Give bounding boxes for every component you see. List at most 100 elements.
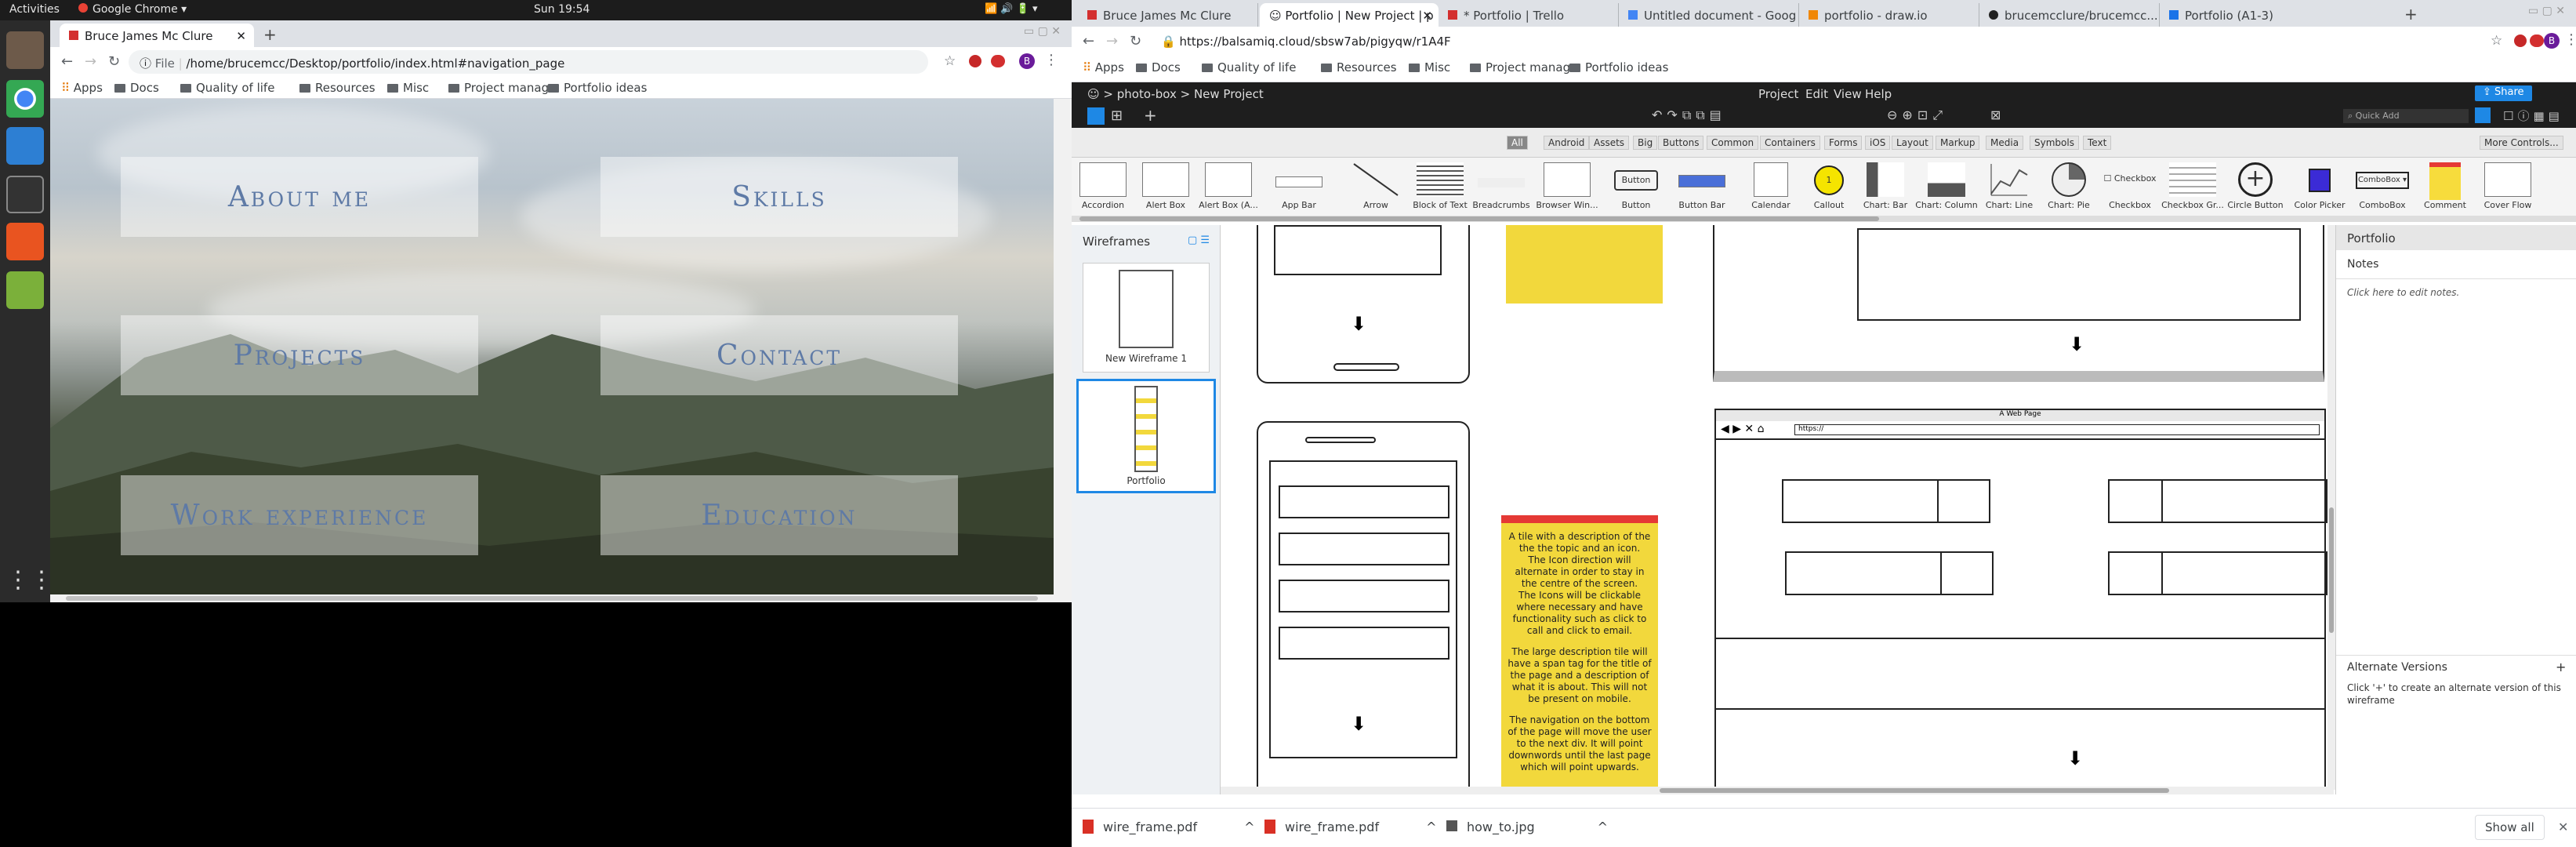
bookmark-misc[interactable]: Misc — [387, 81, 429, 95]
tab-google-doc[interactable]: Untitled document - Goog — [1620, 3, 1799, 27]
filter-forms[interactable]: Forms — [1824, 136, 1863, 150]
chrome-icon[interactable] — [6, 80, 44, 118]
nav-tile-education[interactable]: Education — [600, 475, 958, 555]
bookmark-portfolio-ideas[interactable]: Portfolio ideas — [548, 81, 647, 95]
tab-github[interactable]: brucemcclure/brucemcc... — [1981, 3, 2160, 27]
nav-tile-about-me[interactable]: About me — [121, 157, 478, 237]
filter-assets[interactable]: Assets — [1589, 136, 1630, 150]
library-item-browser-window[interactable]: Browser Win... — [1536, 162, 1598, 220]
library-item-calendar[interactable]: Calendar — [1740, 162, 1802, 220]
reload-icon[interactable]: ↻ — [108, 53, 120, 70]
bookmark-apps[interactable]: ⠿ Apps — [1083, 60, 1124, 75]
nav-tile-skills[interactable]: Skills — [600, 157, 958, 237]
inspector-toggle-icons[interactable]: ☐ⓘ▦▤ — [2503, 107, 2563, 124]
show-all-button[interactable]: Show all — [2475, 815, 2545, 840]
bookmark-docs[interactable]: Docs — [1136, 60, 1181, 75]
filter-media[interactable]: Media — [1986, 136, 2024, 150]
window-controls[interactable]: ▭ ▢ ✕ — [2528, 5, 2565, 17]
filter-buttons[interactable]: Buttons — [1658, 136, 1704, 150]
library-scrollbar[interactable] — [1072, 216, 2576, 222]
tab-portfolio-local[interactable]: Bruce James Mc Clure ✕ — [60, 24, 254, 47]
reload-icon[interactable]: ↻ — [1130, 33, 1141, 49]
extension-abp-icon[interactable] — [991, 55, 1005, 67]
add-alternate-icon[interactable]: + — [2556, 660, 2566, 674]
close-downloads-icon[interactable]: ✕ — [2558, 820, 2568, 834]
tab-portfolio-local[interactable]: Bruce James Mc Clure — [1079, 3, 1258, 27]
nav-tile-projects[interactable]: Projects — [121, 315, 478, 395]
mobile-mockup-bottom[interactable]: ⬇ — [1257, 421, 1470, 794]
wireframe-thumb-2-selected[interactable]: Portfolio — [1076, 379, 1216, 493]
library-item-checkbox-group[interactable]: Checkbox Gr... — [2161, 162, 2224, 220]
scrollbar-thumb[interactable] — [1660, 788, 2169, 793]
more-controls-button[interactable]: More Controls... — [2480, 136, 2563, 150]
forward-icon[interactable]: → — [85, 53, 96, 70]
files-icon[interactable] — [6, 31, 44, 69]
library-item-app-bar[interactable]: App Bar — [1268, 162, 1330, 220]
library-item-alert-box-a[interactable]: Alert Box (A... — [1197, 162, 1260, 220]
library-item-callout[interactable]: 1 Callout — [1798, 162, 1860, 220]
settings-icon[interactable] — [6, 223, 44, 260]
bookmark-misc[interactable]: Misc — [1409, 60, 1450, 75]
undo-redo-icons[interactable]: ↶↷⧉⧉▤ — [1652, 107, 1726, 123]
filter-big[interactable]: Big — [1633, 136, 1658, 150]
nav-tile-work-experience[interactable]: Work experience — [121, 475, 478, 555]
library-item-chart-bar[interactable]: Chart: Bar — [1854, 162, 1917, 220]
filter-ios[interactable]: iOS — [1865, 136, 1891, 150]
profile-avatar[interactable]: B — [2544, 33, 2560, 49]
address-bar[interactable]: 🔒 https://balsamiq.cloud/sbsw7ab/pigyqw/… — [1150, 30, 2483, 53]
web-page-mockup[interactable]: A Web Page ◀ ▶ ✕ ⌂ https:// ⬇ — [1714, 409, 2327, 794]
library-item-circle-button[interactable]: + Circle Button — [2224, 162, 2287, 220]
bookmark-project-manag[interactable]: Project manag... — [448, 81, 560, 95]
download-item-2[interactable]: wire_frame.pdf ^ — [1264, 820, 1436, 834]
bookmark-star-icon[interactable]: ☆ — [2491, 33, 2502, 49]
new-tab-button[interactable]: + — [263, 25, 277, 44]
panel-toggle-icon[interactable] — [2475, 107, 2491, 123]
bookmark-apps[interactable]: ⠿ Apps — [61, 81, 103, 95]
share-button[interactable]: ⇪ Share — [2475, 85, 2532, 101]
breadcrumb-project[interactable]: photo-box — [1117, 87, 1177, 101]
extension-icon[interactable] — [2514, 35, 2527, 47]
library-item-checkbox[interactable]: ☐ Checkbox Checkbox — [2099, 162, 2161, 220]
vertical-scrollbar[interactable] — [1054, 99, 1072, 594]
vscode-icon[interactable] — [6, 127, 44, 165]
filter-android[interactable]: Android — [1544, 136, 1590, 150]
back-icon[interactable]: ← — [1083, 33, 1094, 49]
tab-balsamiq[interactable]: ☺ Portfolio | New Project | p ✕ — [1260, 3, 1439, 27]
menu-project[interactable]: Project — [1758, 87, 1798, 101]
filter-symbols[interactable]: Symbols — [2030, 136, 2079, 150]
bookmark-docs[interactable]: Docs — [114, 81, 159, 95]
breadcrumb-page[interactable]: New Project — [1194, 87, 1264, 101]
library-item-comment[interactable]: Comment — [2414, 162, 2476, 220]
filter-layout[interactable]: Layout — [1892, 136, 1933, 150]
extension-icon[interactable] — [969, 55, 981, 67]
bookmark-portfolio-ideas[interactable]: Portfolio ideas — [1569, 60, 1668, 75]
library-item-color-picker[interactable]: Color Picker — [2288, 162, 2351, 220]
new-tab-button[interactable]: + — [2404, 5, 2418, 24]
bookmark-resources[interactable]: Resources — [299, 81, 376, 95]
show-apps-icon[interactable]: ⋮⋮ — [6, 562, 53, 599]
filter-all[interactable]: All — [1507, 136, 1528, 150]
filter-common[interactable]: Common — [1707, 136, 1759, 150]
scrollbar-thumb[interactable] — [1079, 216, 1879, 221]
filter-markup[interactable]: Markup — [1936, 136, 1980, 150]
address-bar[interactable]: ⓘ File | /home/brucemcc/Desktop/portfoli… — [129, 50, 928, 74]
library-item-chart-line[interactable]: Chart: Line — [1978, 162, 2041, 220]
quick-add-input[interactable]: ⌕ Quick Add — [2343, 109, 2469, 123]
clock[interactable]: Sun 19:54 — [534, 3, 590, 16]
canvas-horizontal-scrollbar[interactable] — [1221, 787, 2334, 794]
filter-containers[interactable]: Containers — [1760, 136, 1820, 150]
horizontal-scrollbar[interactable] — [50, 594, 1072, 602]
library-item-button[interactable]: Button Button — [1605, 162, 1667, 220]
zoom-icons[interactable]: ⊖⊕⊡⤢ — [1887, 107, 1947, 123]
profile-avatar[interactable]: B — [1019, 53, 1035, 69]
notes-editor[interactable]: Click here to edit notes. — [2336, 279, 2576, 306]
fullscreen-icon[interactable]: ⊠ — [1990, 107, 2001, 122]
extension-abp-icon[interactable] — [2530, 35, 2544, 47]
library-item-accordion[interactable]: Accordion — [1072, 162, 1134, 220]
canvas-vertical-scrollbar[interactable] — [2327, 225, 2335, 790]
library-item-button-bar[interactable]: Button Bar — [1671, 162, 1733, 220]
chevron-up-icon[interactable]: ^ — [1426, 820, 1436, 834]
menu-kebab-icon[interactable]: ⋮ — [2564, 31, 2576, 48]
tab-portfolio-a1[interactable]: Portfolio (A1-3) — [2161, 3, 2340, 27]
menu-view[interactable]: View — [1834, 87, 1862, 101]
